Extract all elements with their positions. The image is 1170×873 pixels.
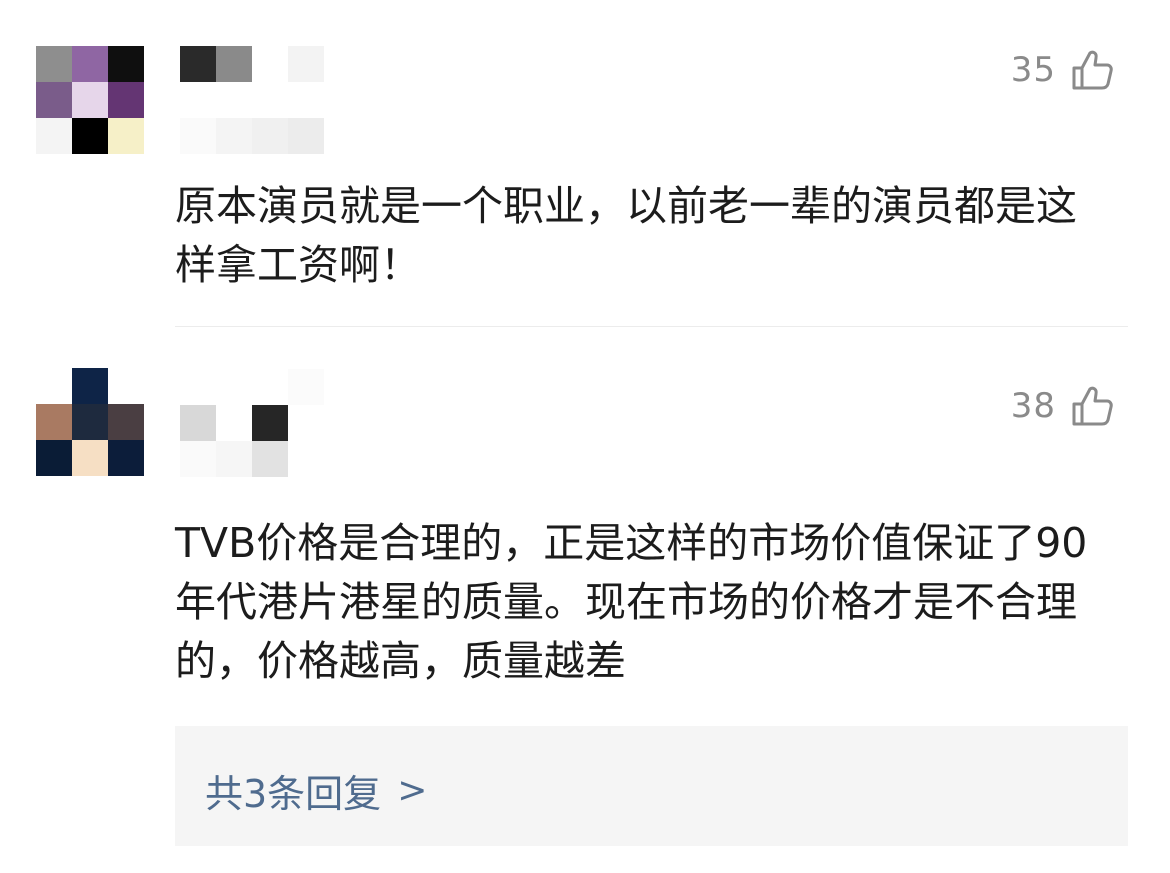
comment-divider [175,326,1128,327]
comment-text: TVB价格是合理的，正是这样的市场价值保证了90年代港片港星的质量。现在市场的价… [175,519,1088,685]
like-control[interactable]: 38 [1011,384,1114,428]
username-pixelated[interactable] [180,46,324,154]
replies-label: 共3条回复 [205,772,382,816]
like-control[interactable]: 35 [1011,48,1114,92]
thumbs-up-icon[interactable] [1070,384,1114,428]
replies-box[interactable]: 共3条回复 > [175,726,1128,846]
view-replies-link[interactable]: 共3条回复 > [205,763,427,818]
avatar[interactable] [36,46,144,154]
thumbs-up-icon[interactable] [1070,48,1114,92]
avatar[interactable] [36,368,144,476]
chevron-right-icon: > [397,770,428,811]
like-count: 35 [1010,50,1056,90]
like-count: 38 [1010,386,1056,426]
comment-text: 原本演员就是一个职业，以前老一辈的演员都是这样拿工资啊！ [175,182,1077,289]
username-pixelated[interactable] [180,369,324,477]
